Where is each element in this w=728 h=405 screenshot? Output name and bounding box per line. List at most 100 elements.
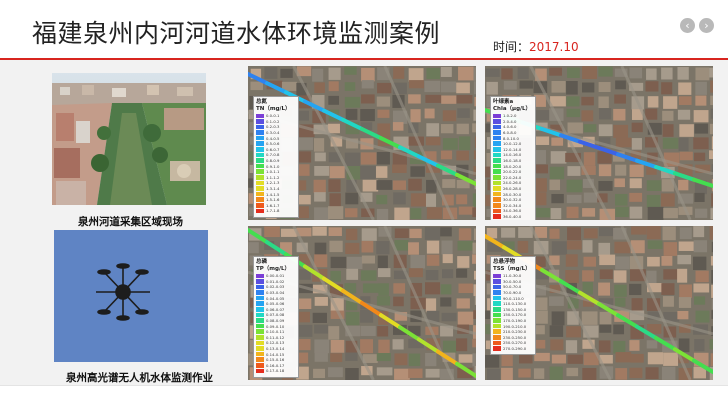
legend-title: 总氮 <box>256 99 268 105</box>
legend-swatch <box>256 284 264 290</box>
legend-swatch <box>256 203 264 208</box>
legend-range: 26.0-28.0 <box>503 186 522 192</box>
legend-swatch <box>493 147 501 152</box>
legend-range: 24.0-26.0 <box>503 180 522 186</box>
legend-swatch <box>493 163 501 169</box>
legend-swatch <box>493 214 501 219</box>
legend-range: 16.0-18.0 <box>503 158 522 164</box>
drone-icon <box>96 263 150 321</box>
legend-range: 250.0-270.0 <box>503 340 527 346</box>
legend-range: 1.3-1.4 <box>266 186 280 192</box>
legend-range: 1.2-1.3 <box>266 180 280 186</box>
legend-swatch <box>256 113 264 119</box>
legend-swatch <box>256 357 264 362</box>
legend-swatch <box>256 273 264 279</box>
legend-swatch <box>256 147 264 152</box>
legend-range: 0.5-0.6 <box>266 141 280 147</box>
legend-swatch <box>493 312 501 318</box>
legend-range: 0.17-0.18 <box>266 368 285 374</box>
legend-range: 0.12-0.13 <box>266 340 285 346</box>
legend-swatch <box>256 208 264 214</box>
legend-range: 14.0-16.0 <box>503 152 522 158</box>
legend-range: 170.0-190.0 <box>503 318 527 324</box>
legend-range: 0.4-0.5 <box>266 135 280 141</box>
legend-swatch <box>493 295 501 301</box>
legend-range: 0.7-0.8 <box>266 152 280 158</box>
legend-swatch <box>256 141 264 147</box>
legend-range: 0.10-0.11 <box>266 329 285 335</box>
legend-range: 0.06-0.07 <box>266 306 285 312</box>
river-site-photo <box>52 73 206 205</box>
slide-nav: ‹ › <box>680 18 714 33</box>
legend-range: 4.0-6.0 <box>503 124 517 130</box>
legend-range: 230.0-250.0 <box>503 334 527 340</box>
legend-title: 总悬浮物 <box>493 259 516 265</box>
legend-range: 2.0-4.0 <box>503 118 517 124</box>
legend-swatch <box>493 113 501 119</box>
legend-swatch <box>493 329 501 335</box>
legend-swatch <box>256 130 264 135</box>
legend-title: 叶绿素a <box>493 99 514 105</box>
prev-slide-button[interactable]: ‹ <box>680 18 695 33</box>
legend-swatch <box>256 169 264 175</box>
drone-photo <box>54 230 208 362</box>
legend-title: 总磷 <box>256 259 268 265</box>
legend-range: 1.0-1.1 <box>266 169 280 175</box>
legend-swatch <box>256 368 264 374</box>
legend-swatch <box>256 175 264 180</box>
legend-swatch <box>493 301 501 307</box>
legend-range: 0.01-0.02 <box>266 278 285 284</box>
legend-range: 0.0-0.1 <box>266 113 280 119</box>
legend-range: 0.15-0.16 <box>266 357 285 363</box>
legend-range: 270.0-290.0 <box>503 346 527 352</box>
legend-swatch <box>256 351 264 357</box>
legend-row: 270.0-290.0 <box>493 346 533 352</box>
legend-swatch <box>256 318 264 323</box>
legend-swatch <box>493 307 501 312</box>
legend-swatch <box>493 158 501 163</box>
legend-subtitle: TSS（mg/L） <box>493 266 531 272</box>
legend-range: 1.5-1.6 <box>266 197 280 203</box>
legend-swatch <box>256 191 264 197</box>
legend-range: 1.1-1.2 <box>266 174 280 180</box>
legend-range: 130.0-150.0 <box>503 306 527 312</box>
next-slide-button[interactable]: › <box>699 18 714 33</box>
legend-range: 36.0-40.0 <box>503 213 522 219</box>
legend-swatch <box>493 208 501 214</box>
legend-range: 0.1-0.2 <box>266 118 280 124</box>
legend-range: 50.0-70.0 <box>503 284 522 290</box>
legend-swatch <box>256 279 264 284</box>
legend-range: 22.0-24.0 <box>503 174 522 180</box>
legend-swatch <box>256 163 264 169</box>
legend-swatch <box>493 135 501 141</box>
legend-range: 210.0-230.0 <box>503 329 527 335</box>
legend-range: 8.0-10.0 <box>503 135 519 141</box>
legend-swatch <box>493 191 501 197</box>
legend-swatch <box>256 323 264 329</box>
legend-range: 20.0-22.0 <box>503 169 522 175</box>
legend-range: 0.05-0.06 <box>266 301 285 307</box>
legend-swatch <box>256 124 264 130</box>
legend-swatch <box>256 152 264 158</box>
legend-range: 70.0-90.0 <box>503 290 522 296</box>
legend-range: 150.0-170.0 <box>503 312 527 318</box>
legend-swatch <box>256 363 264 368</box>
legend-swatch <box>256 329 264 335</box>
legend-chla: 叶绿素a Chla（μg/L） 1.0-2.0 2.0-4.0 4.0-6.0 6.0-8… <box>490 96 536 220</box>
legend-swatch <box>493 273 501 279</box>
legend-row: 36.0-40.0 <box>493 214 533 220</box>
legend-range: 12.0-14.0 <box>503 146 522 152</box>
legend-swatch <box>256 135 264 141</box>
page-title: 福建泉州内河河道水体环境监测案例 <box>32 19 441 48</box>
time-info: 时间：2017.10 <box>493 38 579 55</box>
legend-swatch <box>493 335 501 340</box>
legend-range: 1.4-1.5 <box>266 191 280 197</box>
legend-range: 0.3-0.4 <box>266 130 280 136</box>
legend-swatch <box>493 323 501 329</box>
legend-swatch <box>256 186 264 191</box>
legend-range: 0.07-0.08 <box>266 312 285 318</box>
legend-range: 30.0-50.0 <box>503 278 522 284</box>
legend-subtitle: TN（mg/L） <box>256 106 291 112</box>
legend-range: 34.0-36.0 <box>503 208 522 214</box>
legend-swatch <box>256 340 264 346</box>
